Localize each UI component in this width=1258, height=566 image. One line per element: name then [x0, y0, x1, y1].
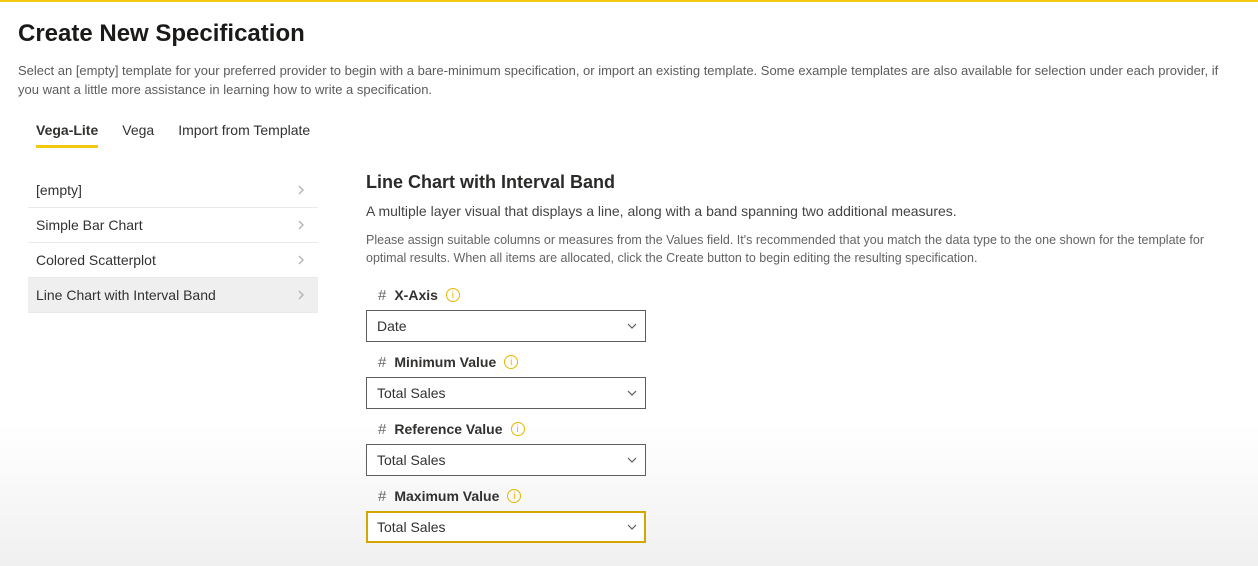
chevron-right-icon: [294, 218, 308, 232]
template-item-label: Line Chart with Interval Band: [36, 287, 216, 303]
hash-icon: #: [378, 421, 386, 438]
template-item-simple-bar-chart[interactable]: Simple Bar Chart: [28, 208, 318, 243]
dropdown-value: Total Sales: [377, 385, 445, 401]
chevron-down-icon: [627, 318, 637, 334]
detail-description: A multiple layer visual that displays a …: [366, 203, 1232, 219]
template-item-empty[interactable]: [empty]: [28, 172, 318, 208]
field-label-text: X-Axis: [394, 287, 438, 303]
info-icon[interactable]: i: [504, 355, 518, 369]
field-maximum-value: # Maximum Value i Total Sales: [366, 484, 1232, 543]
field-label-text: Maximum Value: [394, 488, 499, 504]
hash-icon: #: [378, 354, 386, 371]
info-icon[interactable]: i: [446, 288, 460, 302]
template-item-label: Colored Scatterplot: [36, 252, 156, 268]
dropdown-reference-value[interactable]: Total Sales: [366, 444, 646, 476]
field-label-reference: # Reference Value i: [366, 417, 1232, 444]
template-item-line-chart-interval-band[interactable]: Line Chart with Interval Band: [28, 278, 318, 313]
dropdown-maximum-value[interactable]: Total Sales: [366, 511, 646, 543]
tab-import-from-template[interactable]: Import from Template: [178, 118, 310, 144]
intro-text: Select an [empty] template for your pref…: [18, 62, 1240, 100]
provider-tabs: Vega-Lite Vega Import from Template: [18, 118, 1240, 144]
chevron-down-icon: [627, 385, 637, 401]
detail-help-text: Please assign suitable columns or measur…: [366, 231, 1232, 267]
template-detail: Line Chart with Interval Band A multiple…: [366, 172, 1240, 551]
template-list: [empty] Simple Bar Chart Colored Scatter…: [28, 172, 318, 551]
detail-title: Line Chart with Interval Band: [366, 172, 1232, 193]
field-minimum-value: # Minimum Value i Total Sales: [366, 350, 1232, 409]
chevron-down-icon: [627, 519, 637, 535]
tab-vega-lite[interactable]: Vega-Lite: [36, 118, 98, 144]
dropdown-xaxis[interactable]: Date: [366, 310, 646, 342]
hash-icon: #: [378, 488, 386, 505]
chevron-down-icon: [627, 452, 637, 468]
field-xaxis: # X-Axis i Date: [366, 283, 1232, 342]
template-item-label: Simple Bar Chart: [36, 217, 143, 233]
field-label-text: Reference Value: [394, 421, 502, 437]
template-item-label: [empty]: [36, 182, 82, 198]
info-icon[interactable]: i: [507, 489, 521, 503]
chevron-right-icon: [294, 183, 308, 197]
tab-vega[interactable]: Vega: [122, 118, 154, 144]
page-title: Create New Specification: [18, 20, 1240, 48]
dropdown-minimum-value[interactable]: Total Sales: [366, 377, 646, 409]
dropdown-value: Date: [377, 318, 407, 334]
field-label-xaxis: # X-Axis i: [366, 283, 1232, 310]
hash-icon: #: [378, 287, 386, 304]
field-label-maximum: # Maximum Value i: [366, 484, 1232, 511]
dropdown-value: Total Sales: [377, 452, 445, 468]
chevron-right-icon: [294, 253, 308, 267]
field-label-text: Minimum Value: [394, 354, 496, 370]
chevron-right-icon: [294, 288, 308, 302]
field-reference-value: # Reference Value i Total Sales: [366, 417, 1232, 476]
field-label-minimum: # Minimum Value i: [366, 350, 1232, 377]
template-item-colored-scatterplot[interactable]: Colored Scatterplot: [28, 243, 318, 278]
info-icon[interactable]: i: [511, 422, 525, 436]
dropdown-value: Total Sales: [377, 519, 445, 535]
